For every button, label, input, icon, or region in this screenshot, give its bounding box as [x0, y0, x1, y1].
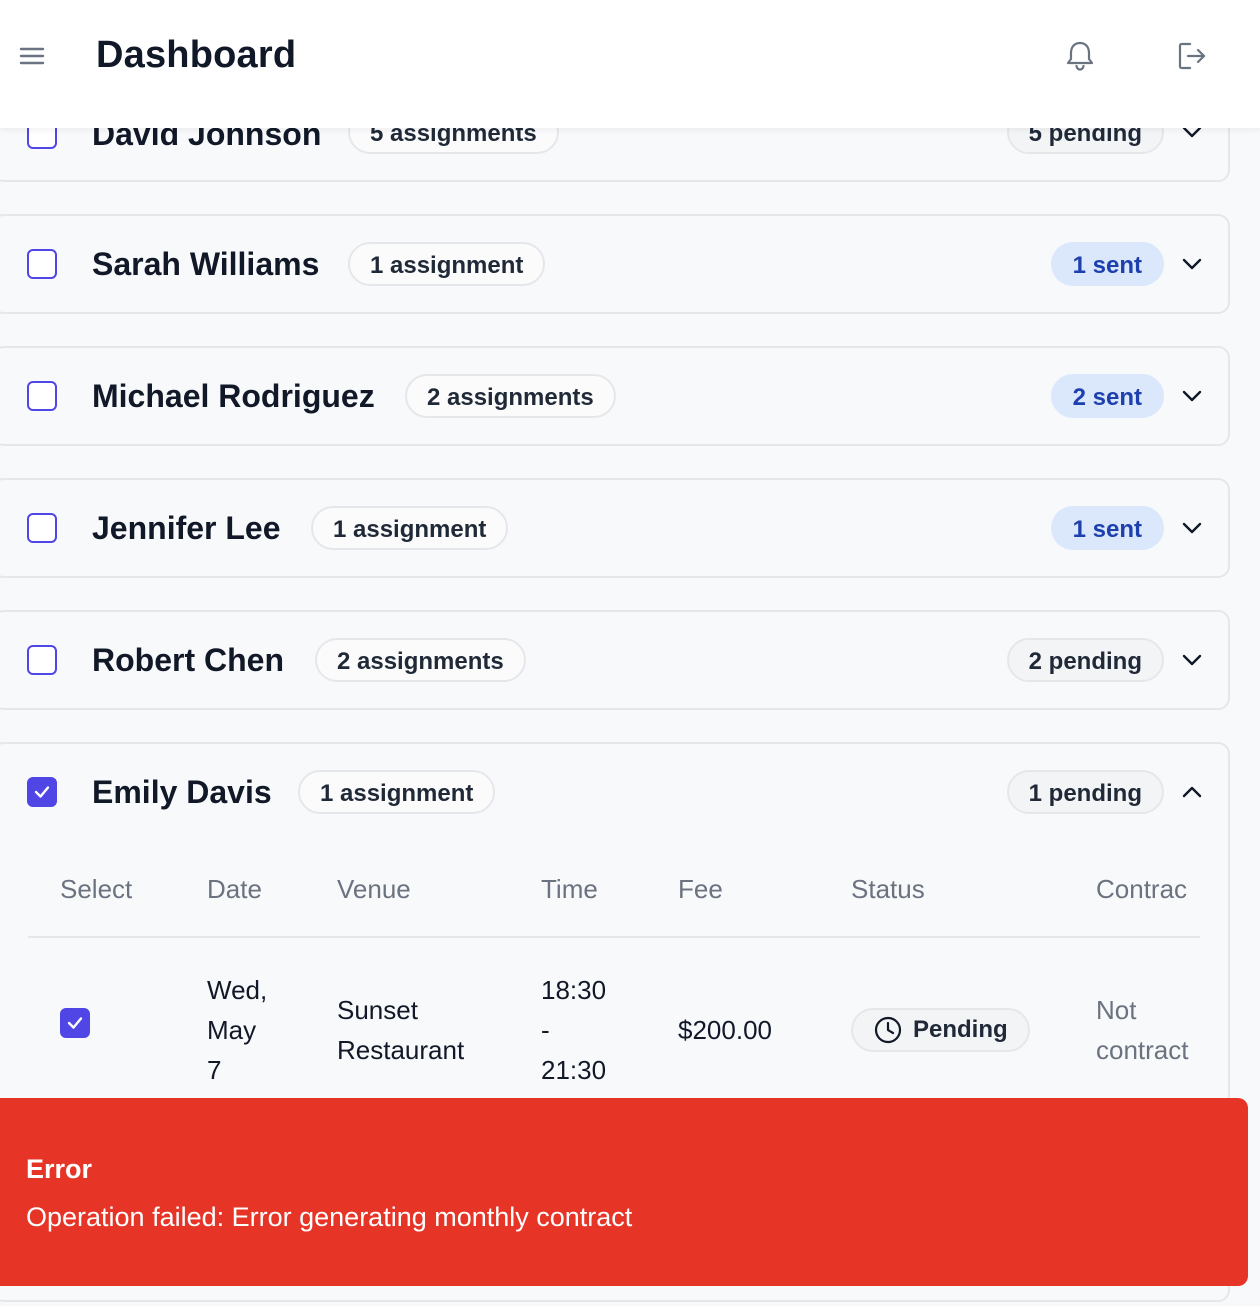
cell-fee: $200.00: [678, 1015, 772, 1045]
chevron-down-icon[interactable]: [1178, 250, 1206, 278]
status-badge: 1 sent: [1050, 506, 1164, 550]
column-header-fee: Fee: [678, 874, 723, 904]
column-header-status: Status: [851, 874, 925, 904]
toast-message: Operation failed: Error generating month…: [26, 1202, 633, 1232]
musician-name: Robert Chen: [92, 642, 284, 678]
top-bar: Dashboard: [0, 0, 1260, 128]
musician-checkbox[interactable]: [27, 249, 57, 279]
chevron-down-icon[interactable]: [1178, 514, 1206, 542]
cell-date: Wed, May 7: [207, 975, 268, 1085]
column-header-contract: Contrac: [1096, 874, 1188, 904]
column-header-venue: Venue: [337, 874, 411, 904]
musician-name: Michael Rodriguez: [92, 378, 375, 414]
assignment-count-badge: 2 assignments: [315, 638, 526, 682]
musician-checkbox[interactable]: [27, 645, 57, 675]
menu-icon[interactable]: [18, 42, 46, 70]
assignment-count-badge: 2 assignments: [405, 374, 616, 418]
status-badge: 1 pending: [1006, 770, 1164, 814]
bell-icon[interactable]: [1062, 38, 1098, 74]
status-badge: 2 sent: [1050, 374, 1164, 418]
row-status-label: Pending: [913, 1016, 1008, 1043]
logout-icon[interactable]: [1174, 38, 1210, 74]
musician-card: Sarah Williams 1 assignment 1 sent: [0, 214, 1230, 314]
column-header-select: Select: [60, 874, 133, 904]
cell-venue: Sunset Restaurant: [337, 995, 465, 1065]
chevron-down-icon[interactable]: [1178, 646, 1206, 674]
table-divider: [28, 936, 1200, 938]
musician-name: Emily Davis: [92, 774, 272, 810]
status-badge: 1 sent: [1050, 242, 1164, 286]
musician-checkbox[interactable]: [27, 513, 57, 543]
row-status-badge: Pending: [851, 1008, 1030, 1052]
error-toast[interactable]: Error Operation failed: Error generating…: [0, 1098, 1248, 1286]
musician-card: Michael Rodriguez 2 assignments 2 sent: [0, 346, 1230, 446]
assignment-count-badge: 1 assignment: [298, 770, 496, 814]
column-header-date: Date: [207, 874, 262, 904]
musician-name: Jennifer Lee: [92, 510, 281, 546]
chevron-down-icon[interactable]: [1178, 382, 1206, 410]
column-header-time: Time: [541, 874, 598, 904]
musician-checkbox[interactable]: [27, 777, 57, 807]
cell-contract: Not contract: [1096, 995, 1189, 1065]
checkmark-icon: [34, 786, 50, 798]
status-badge: 2 pending: [1006, 638, 1164, 682]
assignment-count-badge: 1 assignment: [311, 506, 509, 550]
assignment-count-badge: 1 assignment: [348, 242, 546, 286]
musician-card: Jennifer Lee 1 assignment 1 sent: [0, 478, 1230, 578]
toast-title: Error: [26, 1154, 93, 1184]
musician-card: Robert Chen 2 assignments 2 pending: [0, 610, 1230, 710]
cell-time: 18:30 - 21:30: [541, 975, 607, 1085]
musician-name: Sarah Williams: [92, 246, 320, 282]
clock-icon: [874, 1016, 902, 1044]
musician-checkbox[interactable]: [27, 381, 57, 411]
page-title: Dashboard: [96, 34, 297, 76]
row-checkbox[interactable]: [60, 1008, 90, 1038]
chevron-up-icon[interactable]: [1178, 778, 1206, 806]
checkmark-icon: [67, 1017, 83, 1029]
